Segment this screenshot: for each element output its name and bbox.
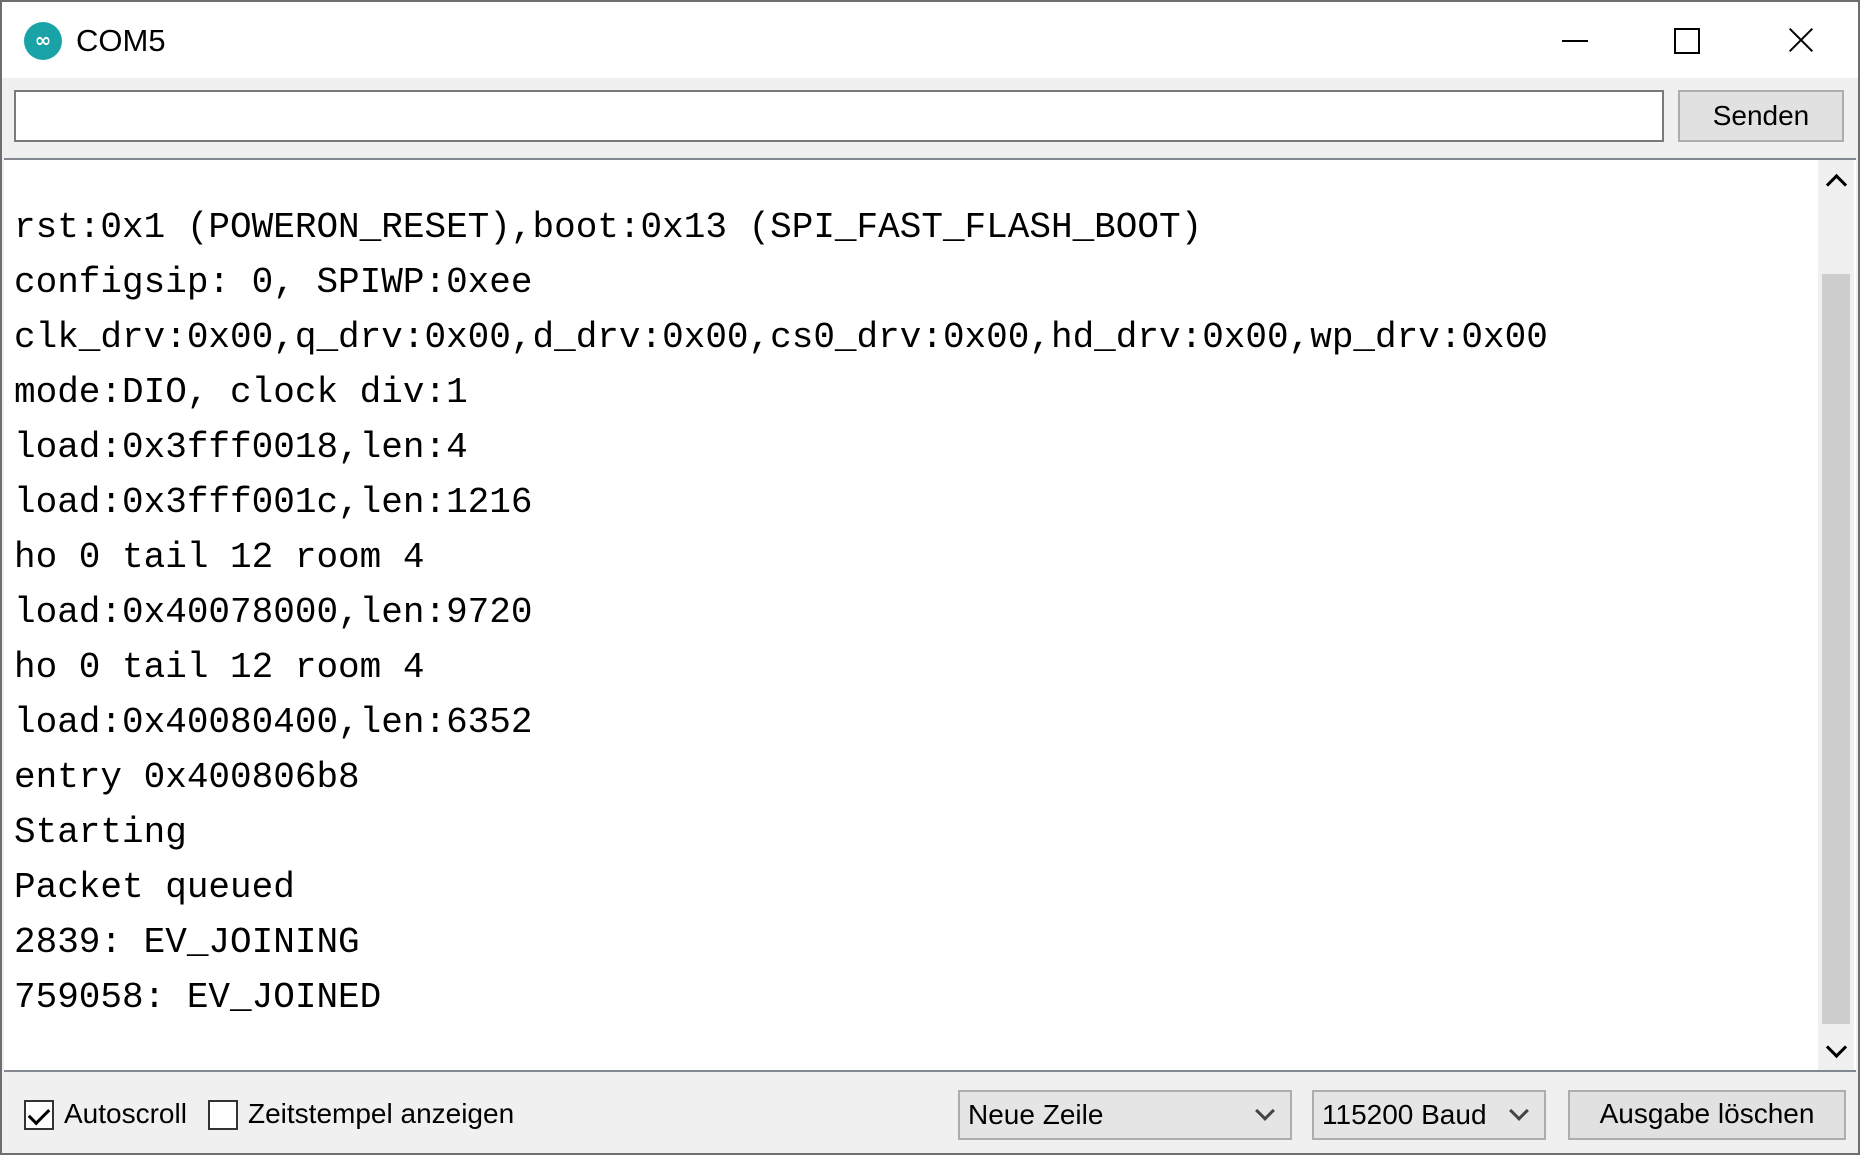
chevron-down-icon <box>1509 1101 1529 1121</box>
console-line: 759058: EV_JOINED <box>14 977 382 1018</box>
close-button[interactable] <box>1742 2 1854 78</box>
timestamp-checkbox[interactable] <box>208 1100 238 1130</box>
baud-rate-value: 115200 Baud <box>1322 1099 1487 1130</box>
console-line: mode:DIO, clock div:1 <box>14 372 468 413</box>
scroll-down-icon <box>1825 1036 1848 1059</box>
minimize-icon <box>1562 40 1588 42</box>
send-button[interactable]: Senden <box>1678 90 1844 142</box>
console-line: 2839: EV_JOINING <box>14 922 360 963</box>
arduino-app-icon: ∞ <box>24 22 62 60</box>
timestamp-label[interactable]: Zeitstempel anzeigen <box>248 1096 514 1132</box>
serial-send-input[interactable] <box>14 90 1664 142</box>
console-line: clk_drv:0x00,q_drv:0x00,d_drv:0x00,cs0_d… <box>14 317 1548 358</box>
console-line: ho 0 tail 12 room 4 <box>14 537 425 578</box>
scroll-down-button[interactable] <box>1818 1030 1854 1070</box>
maximize-icon <box>1674 28 1700 54</box>
line-ending-select[interactable]: Neue Zeile <box>958 1090 1292 1140</box>
autoscroll-checkbox[interactable] <box>24 1100 54 1130</box>
console-line: load:0x3fff001c,len:1216 <box>14 482 533 523</box>
chevron-down-icon <box>1255 1101 1275 1121</box>
title-bar[interactable]: ∞ COM5 <box>2 2 1858 78</box>
serial-output-panel[interactable]: rst:0x1 (POWERON_RESET),boot:0x13 (SPI_F… <box>4 158 1856 1072</box>
console-line: load:0x3fff0018,len:4 <box>14 427 468 468</box>
serial-monitor-window: ∞ COM5 Senden rst:0x1 (POWERON_RESET),bo… <box>0 0 1860 1155</box>
vertical-scrollbar[interactable] <box>1818 160 1854 1070</box>
window-title: COM5 <box>76 23 166 58</box>
console-line: load:0x40078000,len:9720 <box>14 592 533 633</box>
autoscroll-label[interactable]: Autoscroll <box>64 1096 187 1132</box>
clear-output-button[interactable]: Ausgabe löschen <box>1568 1090 1846 1140</box>
line-ending-value: Neue Zeile <box>968 1099 1104 1130</box>
console-line: ho 0 tail 12 room 4 <box>14 647 425 688</box>
console-line: Starting <box>14 812 187 853</box>
minimize-button[interactable] <box>1518 2 1630 78</box>
console-line: configsip: 0, SPIWP:0xee <box>14 262 533 303</box>
checkmark-icon <box>27 1102 51 1126</box>
scroll-up-icon <box>1825 173 1848 196</box>
send-toolbar: Senden <box>2 80 1858 156</box>
console-line: rst:0x1 (POWERON_RESET),boot:0x13 (SPI_F… <box>14 207 1203 248</box>
console-line: load:0x40080400,len:6352 <box>14 702 533 743</box>
console-line: entry 0x400806b8 <box>14 757 360 798</box>
scroll-thumb[interactable] <box>1822 274 1850 1024</box>
console-line: Packet queued <box>14 867 295 908</box>
scroll-up-button[interactable] <box>1818 160 1854 200</box>
status-bar: Autoscroll Zeitstempel anzeigen Neue Zei… <box>2 1074 1858 1153</box>
console-output: rst:0x1 (POWERON_RESET),boot:0x13 (SPI_F… <box>14 200 1814 1025</box>
baud-rate-select[interactable]: 115200 Baud <box>1312 1090 1546 1140</box>
maximize-button[interactable] <box>1630 2 1742 78</box>
